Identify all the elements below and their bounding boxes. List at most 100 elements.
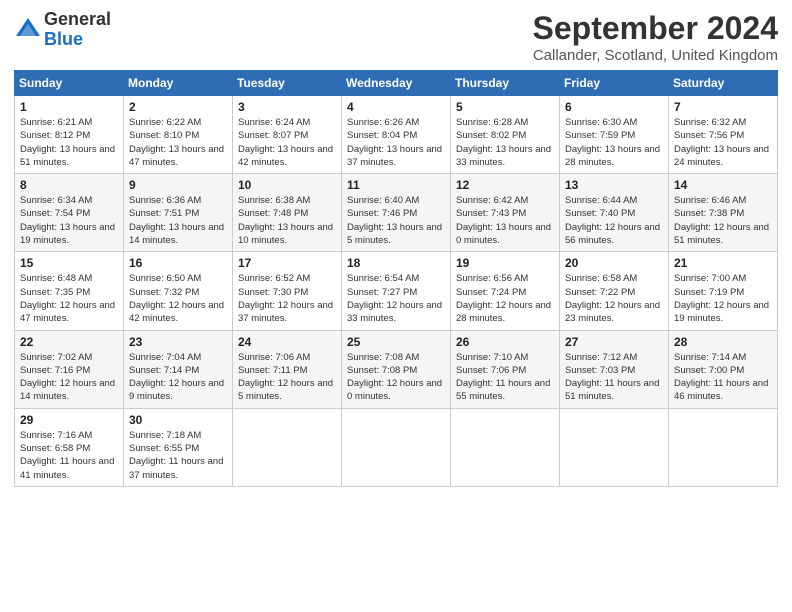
day-number: 13 [565,178,663,192]
day-number: 10 [238,178,336,192]
day-number: 2 [129,100,227,114]
table-row: 5 Sunrise: 6:28 AMSunset: 8:02 PMDayligh… [451,96,560,174]
subtitle: Callander, Scotland, United Kingdom [533,47,778,64]
day-info: Sunrise: 6:44 AMSunset: 7:40 PMDaylight:… [565,195,660,246]
day-number: 5 [456,100,554,114]
logo: General Blue [14,10,111,50]
day-info: Sunrise: 6:40 AMSunset: 7:46 PMDaylight:… [347,195,442,246]
title-section: September 2024 Callander, Scotland, Unit… [533,10,778,64]
table-row: 15 Sunrise: 6:48 AMSunset: 7:35 PMDaylig… [15,252,124,330]
day-number: 27 [565,335,663,349]
day-number: 11 [347,178,445,192]
table-row: 10 Sunrise: 6:38 AMSunset: 7:48 PMDaylig… [233,174,342,252]
table-row: 1 Sunrise: 6:21 AMSunset: 8:12 PMDayligh… [15,96,124,174]
day-number: 3 [238,100,336,114]
day-info: Sunrise: 6:22 AMSunset: 8:10 PMDaylight:… [129,117,224,168]
day-number: 16 [129,256,227,270]
table-row [342,408,451,486]
col-wednesday: Wednesday [342,71,451,96]
day-number: 19 [456,256,554,270]
day-number: 21 [674,256,772,270]
day-number: 12 [456,178,554,192]
day-info: Sunrise: 6:56 AMSunset: 7:24 PMDaylight:… [456,273,551,324]
day-info: Sunrise: 6:24 AMSunset: 8:07 PMDaylight:… [238,117,333,168]
calendar-header-row: Sunday Monday Tuesday Wednesday Thursday… [15,71,778,96]
day-number: 26 [456,335,554,349]
calendar-week-row: 8 Sunrise: 6:34 AMSunset: 7:54 PMDayligh… [15,174,778,252]
table-row: 20 Sunrise: 6:58 AMSunset: 7:22 PMDaylig… [560,252,669,330]
day-number: 22 [20,335,118,349]
calendar-table: Sunday Monday Tuesday Wednesday Thursday… [14,70,778,487]
table-row: 12 Sunrise: 6:42 AMSunset: 7:43 PMDaylig… [451,174,560,252]
day-number: 14 [674,178,772,192]
main-title: September 2024 [533,10,778,47]
day-number: 6 [565,100,663,114]
day-number: 25 [347,335,445,349]
table-row: 11 Sunrise: 6:40 AMSunset: 7:46 PMDaylig… [342,174,451,252]
day-info: Sunrise: 6:42 AMSunset: 7:43 PMDaylight:… [456,195,551,246]
day-number: 1 [20,100,118,114]
day-info: Sunrise: 6:32 AMSunset: 7:56 PMDaylight:… [674,117,769,168]
table-row: 14 Sunrise: 6:46 AMSunset: 7:38 PMDaylig… [669,174,778,252]
day-info: Sunrise: 7:04 AMSunset: 7:14 PMDaylight:… [129,352,224,403]
day-info: Sunrise: 6:48 AMSunset: 7:35 PMDaylight:… [20,273,115,324]
table-row [669,408,778,486]
page: General Blue September 2024 Callander, S… [0,0,792,612]
table-row [233,408,342,486]
day-number: 20 [565,256,663,270]
col-tuesday: Tuesday [233,71,342,96]
col-monday: Monday [124,71,233,96]
day-info: Sunrise: 6:26 AMSunset: 8:04 PMDaylight:… [347,117,442,168]
day-info: Sunrise: 7:08 AMSunset: 7:08 PMDaylight:… [347,352,442,403]
table-row: 30 Sunrise: 7:18 AMSunset: 6:55 PMDaylig… [124,408,233,486]
day-number: 7 [674,100,772,114]
col-thursday: Thursday [451,71,560,96]
day-info: Sunrise: 6:46 AMSunset: 7:38 PMDaylight:… [674,195,769,246]
day-info: Sunrise: 6:36 AMSunset: 7:51 PMDaylight:… [129,195,224,246]
logo-general: General [44,10,111,30]
day-number: 4 [347,100,445,114]
table-row: 2 Sunrise: 6:22 AMSunset: 8:10 PMDayligh… [124,96,233,174]
day-info: Sunrise: 6:21 AMSunset: 8:12 PMDaylight:… [20,117,115,168]
calendar-week-row: 15 Sunrise: 6:48 AMSunset: 7:35 PMDaylig… [15,252,778,330]
col-friday: Friday [560,71,669,96]
day-number: 29 [20,413,118,427]
day-info: Sunrise: 7:14 AMSunset: 7:00 PMDaylight:… [674,352,768,403]
calendar-week-row: 29 Sunrise: 7:16 AMSunset: 6:58 PMDaylig… [15,408,778,486]
day-info: Sunrise: 7:18 AMSunset: 6:55 PMDaylight:… [129,430,223,481]
table-row: 23 Sunrise: 7:04 AMSunset: 7:14 PMDaylig… [124,330,233,408]
table-row: 21 Sunrise: 7:00 AMSunset: 7:19 PMDaylig… [669,252,778,330]
table-row [451,408,560,486]
day-info: Sunrise: 7:06 AMSunset: 7:11 PMDaylight:… [238,352,333,403]
day-number: 8 [20,178,118,192]
header: General Blue September 2024 Callander, S… [14,10,778,64]
logo-blue: Blue [44,30,111,50]
table-row: 27 Sunrise: 7:12 AMSunset: 7:03 PMDaylig… [560,330,669,408]
day-info: Sunrise: 6:50 AMSunset: 7:32 PMDaylight:… [129,273,224,324]
day-number: 9 [129,178,227,192]
table-row: 18 Sunrise: 6:54 AMSunset: 7:27 PMDaylig… [342,252,451,330]
day-info: Sunrise: 7:16 AMSunset: 6:58 PMDaylight:… [20,430,114,481]
day-info: Sunrise: 6:34 AMSunset: 7:54 PMDaylight:… [20,195,115,246]
table-row [560,408,669,486]
table-row: 16 Sunrise: 6:50 AMSunset: 7:32 PMDaylig… [124,252,233,330]
table-row: 8 Sunrise: 6:34 AMSunset: 7:54 PMDayligh… [15,174,124,252]
logo-icon [14,16,42,44]
table-row: 17 Sunrise: 6:52 AMSunset: 7:30 PMDaylig… [233,252,342,330]
day-info: Sunrise: 7:00 AMSunset: 7:19 PMDaylight:… [674,273,769,324]
table-row: 29 Sunrise: 7:16 AMSunset: 6:58 PMDaylig… [15,408,124,486]
day-info: Sunrise: 6:54 AMSunset: 7:27 PMDaylight:… [347,273,442,324]
table-row: 7 Sunrise: 6:32 AMSunset: 7:56 PMDayligh… [669,96,778,174]
day-info: Sunrise: 6:38 AMSunset: 7:48 PMDaylight:… [238,195,333,246]
table-row: 19 Sunrise: 6:56 AMSunset: 7:24 PMDaylig… [451,252,560,330]
day-info: Sunrise: 6:58 AMSunset: 7:22 PMDaylight:… [565,273,660,324]
day-info: Sunrise: 6:30 AMSunset: 7:59 PMDaylight:… [565,117,660,168]
table-row: 25 Sunrise: 7:08 AMSunset: 7:08 PMDaylig… [342,330,451,408]
table-row: 24 Sunrise: 7:06 AMSunset: 7:11 PMDaylig… [233,330,342,408]
day-info: Sunrise: 6:52 AMSunset: 7:30 PMDaylight:… [238,273,333,324]
table-row: 9 Sunrise: 6:36 AMSunset: 7:51 PMDayligh… [124,174,233,252]
table-row: 13 Sunrise: 6:44 AMSunset: 7:40 PMDaylig… [560,174,669,252]
table-row: 26 Sunrise: 7:10 AMSunset: 7:06 PMDaylig… [451,330,560,408]
day-info: Sunrise: 7:10 AMSunset: 7:06 PMDaylight:… [456,352,550,403]
table-row: 4 Sunrise: 6:26 AMSunset: 8:04 PMDayligh… [342,96,451,174]
